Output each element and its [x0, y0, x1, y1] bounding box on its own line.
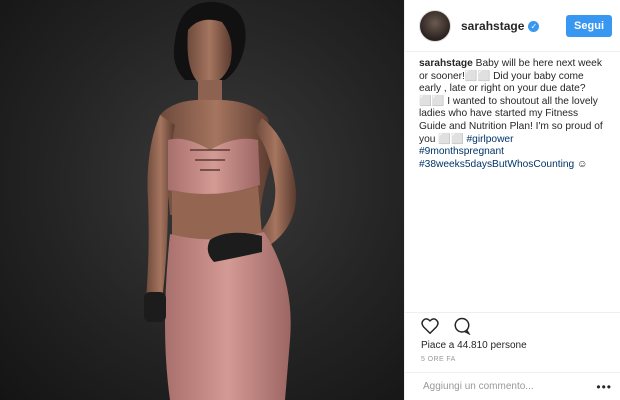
post-photo[interactable]	[0, 0, 404, 400]
add-comment-area: •••	[405, 372, 620, 400]
verified-badge-icon: ✓	[528, 20, 540, 32]
post-timestamp[interactable]: 5 ORE FA	[421, 356, 456, 363]
comments-section: sarahstage Baby will be here next week o…	[405, 52, 620, 310]
photo-illustration	[144, 1, 297, 400]
comment-icon[interactable]	[453, 317, 472, 340]
post-side-panel: sarahstage ✓ Segui sarahstage Baby will b…	[404, 0, 620, 400]
username-text: sarahstage	[461, 18, 525, 33]
comment-input[interactable]	[421, 380, 597, 393]
hashtag-link[interactable]: #38weeks5daysButWhosCounting	[419, 159, 574, 170]
avatar[interactable]	[419, 9, 451, 42]
caption-emoji: ☺	[577, 158, 588, 170]
likes-count[interactable]: Piace a 44.810 persone	[421, 340, 527, 351]
post-actions	[405, 312, 620, 340]
post-caption: sarahstage Baby will be here next week o…	[419, 58, 606, 171]
post-header: sarahstage ✓ Segui	[405, 0, 620, 52]
hashtag-link[interactable]: #9monthspregnant	[419, 146, 606, 159]
heart-icon[interactable]	[421, 318, 439, 339]
caption-text: Baby will be here next week or sooner!⬜⬜…	[419, 58, 603, 145]
more-options-icon[interactable]: •••	[596, 380, 612, 394]
hashtag-link[interactable]: #girlpower	[466, 134, 513, 145]
follow-button[interactable]: Segui	[566, 14, 612, 37]
caption-username[interactable]: sarahstage	[419, 58, 473, 69]
username-link[interactable]: sarahstage ✓	[461, 18, 540, 33]
